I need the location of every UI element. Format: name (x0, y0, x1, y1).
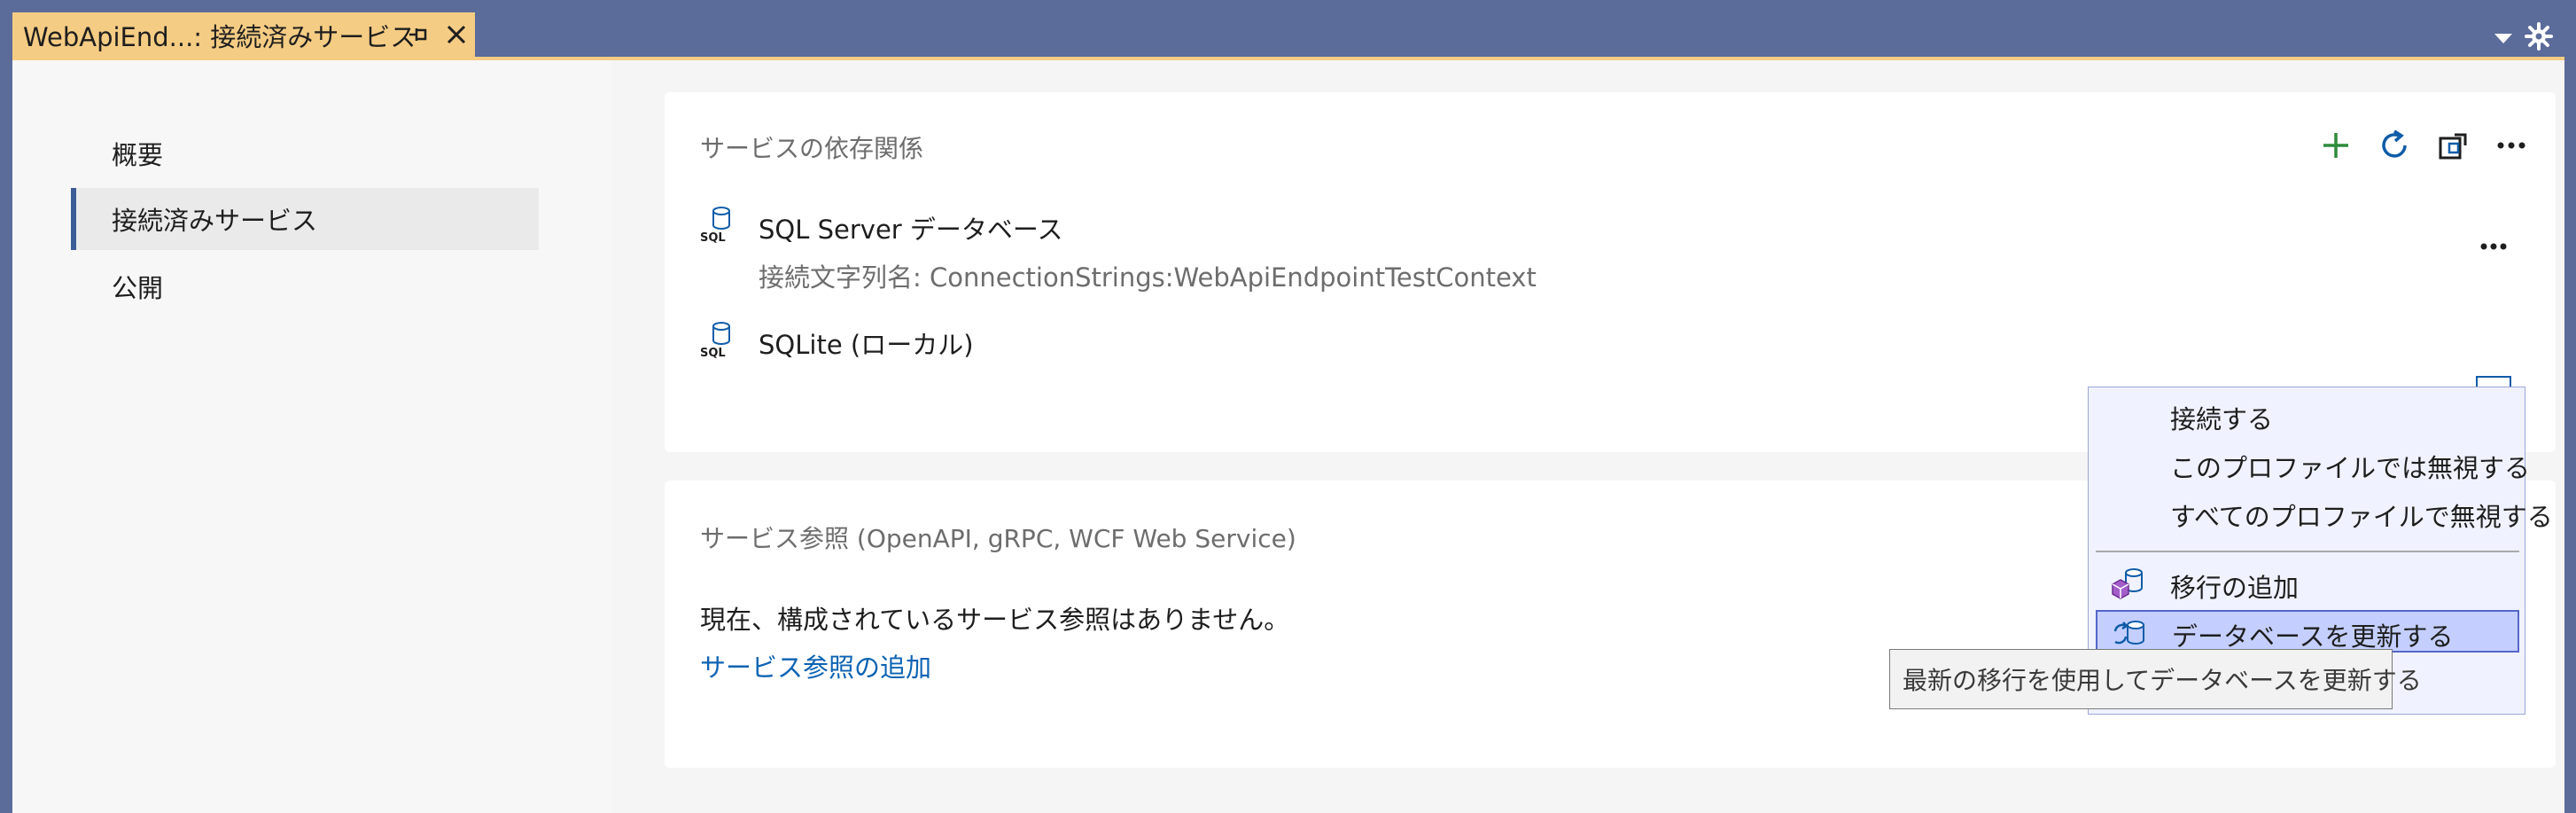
close-icon[interactable] (441, 20, 471, 50)
menu-item-label: データベースを更新する (2172, 621, 2454, 652)
add-service-reference-link[interactable]: サービス参照の追加 (700, 647, 931, 684)
tab-title: WebApiEnd...: 接続済みサービス (23, 22, 416, 52)
refresh-icon[interactable] (2375, 126, 2414, 165)
update-database-icon (2112, 617, 2147, 651)
pin-icon[interactable] (406, 20, 432, 50)
svg-text:SQL: SQL (700, 347, 726, 358)
restore-icon[interactable] (2433, 126, 2472, 165)
chevron-down-icon[interactable] (2492, 28, 2515, 48)
menu-separator (2096, 551, 2519, 552)
menu-item-label: 接続する (2170, 404, 2274, 434)
menu-item-label: 移行の追加 (2170, 573, 2300, 603)
svg-text:SQL: SQL (700, 231, 726, 243)
sql-database-icon: SQL (700, 321, 734, 360)
nav-item-label: 概要 (112, 140, 164, 170)
more-icon[interactable] (2492, 126, 2531, 165)
service-more-button[interactable] (2476, 229, 2511, 264)
nav-item-label: 接続済みサービス (112, 206, 318, 236)
menu-item-update-database[interactable]: データベースを更新する (2096, 610, 2519, 653)
section-title: サービス参照 (OpenAPI, gRPC, WCF Web Service) (700, 524, 1296, 553)
menu-item-ignore-this-profile[interactable]: このプロファイルでは無視する (2096, 442, 2530, 484)
nav-item-overview[interactable]: 概要 (71, 122, 539, 184)
empty-state-text: 現在、構成されているサービス参照はありません。 (700, 605, 1290, 635)
left-navigation: 概要 接続済みサービス 公開 (12, 60, 611, 813)
add-migration-icon (2110, 567, 2145, 600)
menu-item-connect[interactable]: 接続する (2096, 393, 2519, 435)
connection-string-label: 接続文字列名: ConnectionStrings:WebApiEndpoint… (759, 262, 1537, 293)
nav-item-label: 公開 (112, 273, 164, 303)
nav-item-connected-services[interactable]: 接続済みサービス (71, 188, 539, 250)
menu-item-label: すべてのプロファイルで無視する (2170, 502, 2553, 532)
sql-database-icon: SQL (700, 206, 734, 245)
document-tab-bar: WebApiEnd...: 接続済みサービス (0, 0, 2576, 60)
gear-icon[interactable] (2524, 21, 2554, 51)
add-icon[interactable] (2316, 126, 2355, 165)
service-name: SQLite (ローカル) (759, 330, 974, 360)
menu-item-add-migration[interactable]: 移行の追加 (2096, 561, 2519, 604)
tooltip-text: 最新の移行を使用してデータベースを更新する (1903, 666, 2422, 695)
service-name: SQL Server データベース (759, 215, 1063, 245)
menu-item-ignore-all-profiles[interactable]: すべてのプロファイルで無視する (2096, 490, 2553, 533)
menu-item-label: このプロファイルでは無視する (2170, 453, 2531, 483)
tooltip: 最新の移行を使用してデータベースを更新する (1889, 649, 2422, 709)
document-tab[interactable]: WebApiEnd...: 接続済みサービス (12, 12, 475, 59)
nav-item-publish[interactable]: 公開 (71, 255, 539, 317)
section-title: サービスの依存関係 (700, 134, 924, 163)
